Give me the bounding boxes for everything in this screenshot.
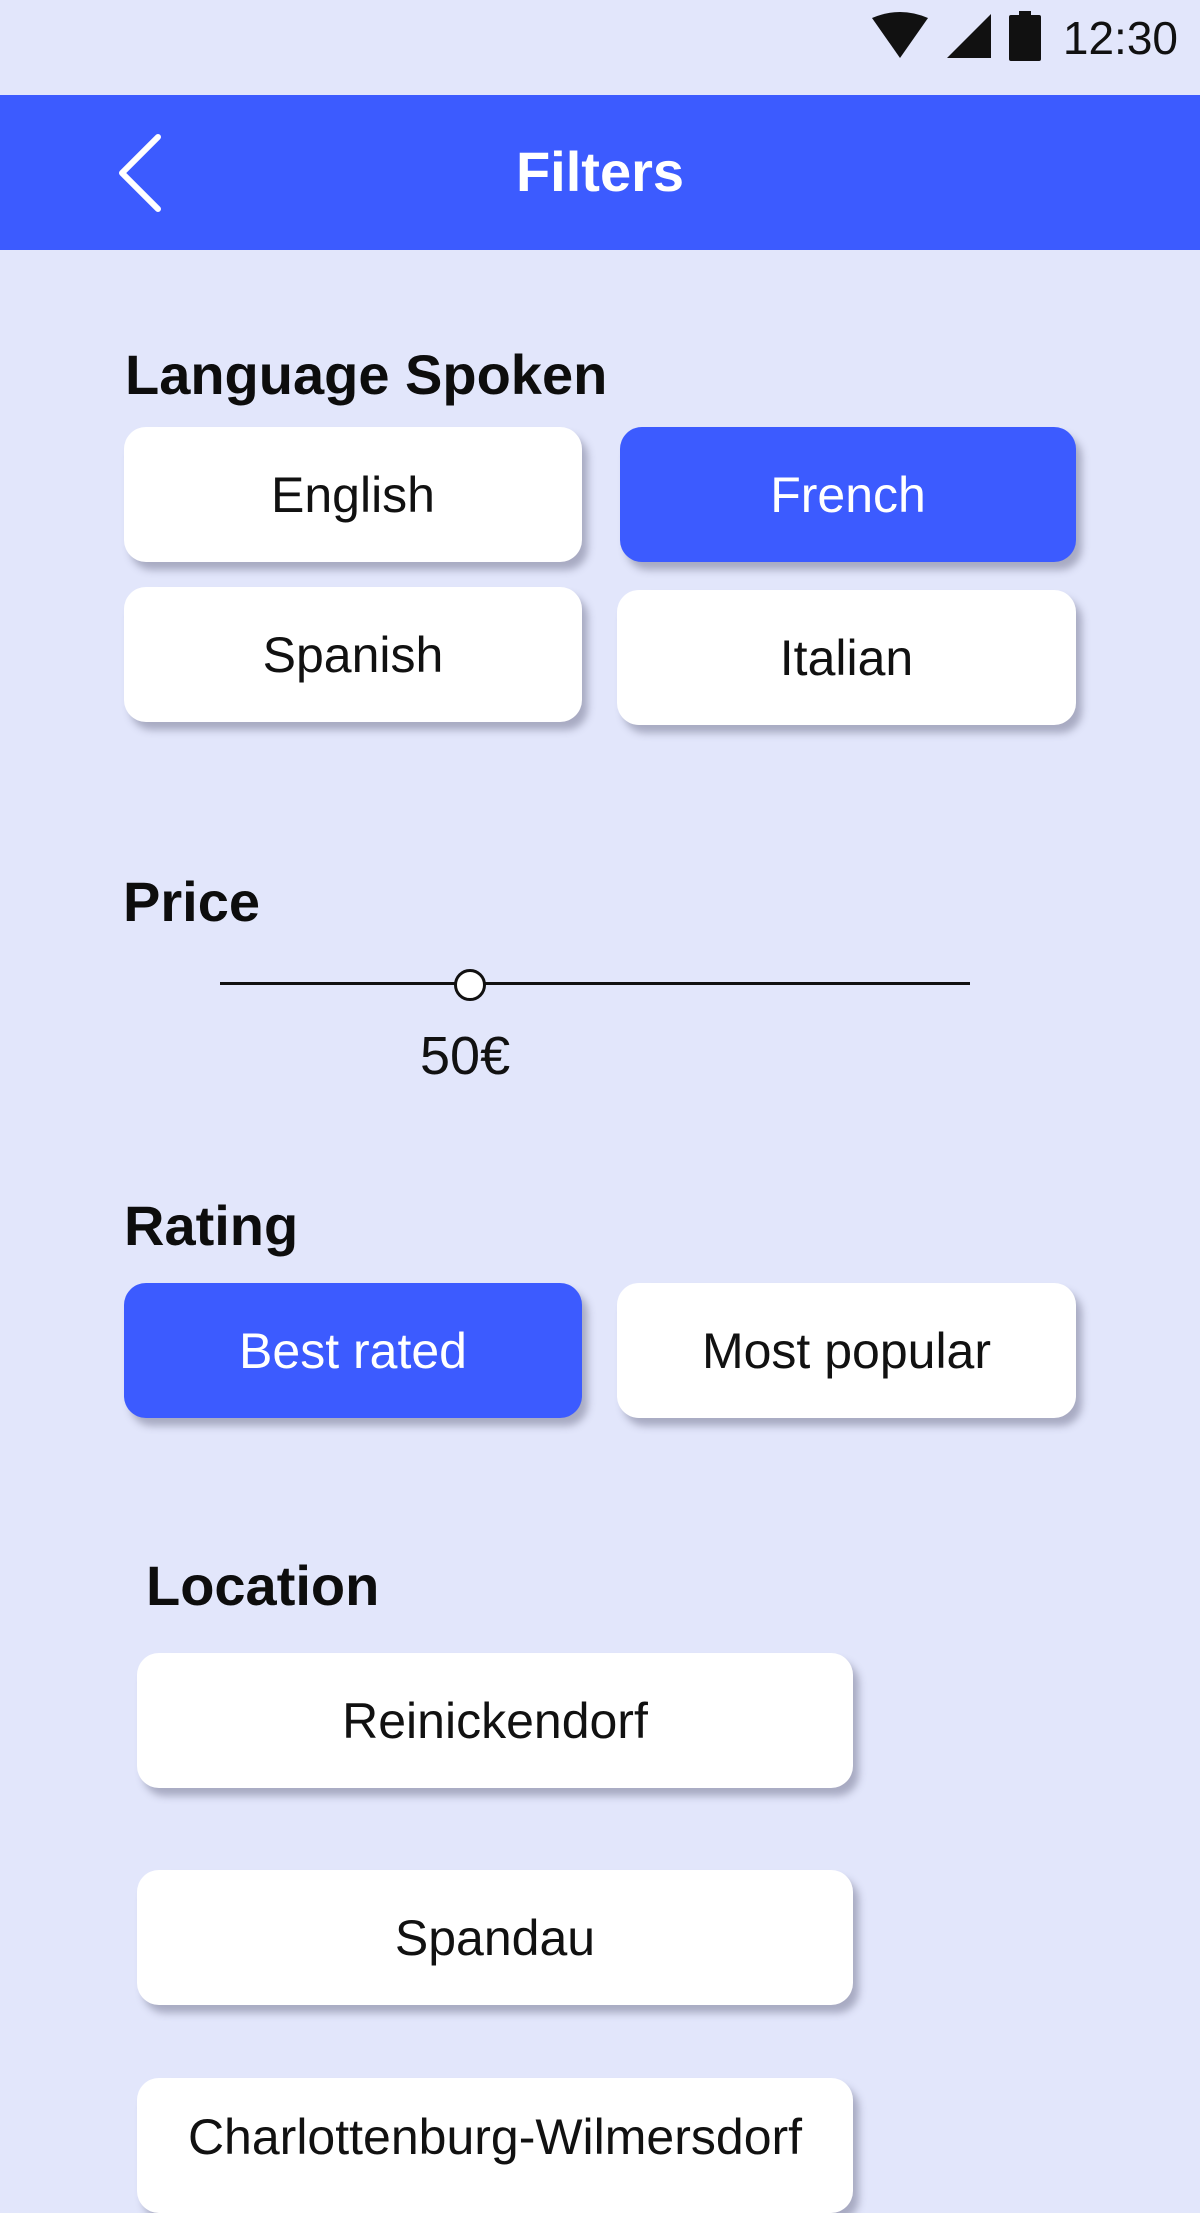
language-section-title: Language Spoken — [125, 343, 608, 406]
language-chip-english[interactable]: English — [124, 427, 582, 562]
price-section-title: Price — [123, 870, 260, 933]
price-slider-track[interactable] — [220, 982, 970, 985]
language-chip-spanish[interactable]: Spanish — [124, 587, 582, 722]
language-chip-italian[interactable]: Italian — [617, 590, 1076, 725]
language-chip-french[interactable]: French — [620, 427, 1076, 562]
wifi-icon — [871, 11, 929, 65]
page-title: Filters — [515, 140, 685, 203]
location-chip-spandau[interactable]: Spandau — [137, 1870, 853, 2005]
location-chip-charlottenburg-wilmersdorf[interactable]: Charlottenburg-Wilmersdorf — [137, 2078, 853, 2213]
price-slider-thumb[interactable] — [454, 969, 486, 1001]
price-slider-value: 50€ — [420, 1026, 511, 1086]
status-time: 12:30 — [1062, 12, 1178, 64]
status-icons: 12:30 — [871, 10, 1178, 66]
status-bar: 12:30 — [0, 0, 1200, 95]
app-bar: Filters — [0, 95, 1200, 250]
rating-chip-most-popular[interactable]: Most popular — [617, 1283, 1076, 1418]
location-chip-reinickendorf[interactable]: Reinickendorf — [137, 1653, 853, 1788]
location-section-title: Location — [146, 1554, 380, 1617]
rating-chip-best-rated[interactable]: Best rated — [124, 1283, 582, 1418]
battery-icon — [1008, 10, 1041, 66]
rating-section-title: Rating — [124, 1194, 299, 1257]
cellular-signal-icon — [945, 12, 993, 65]
